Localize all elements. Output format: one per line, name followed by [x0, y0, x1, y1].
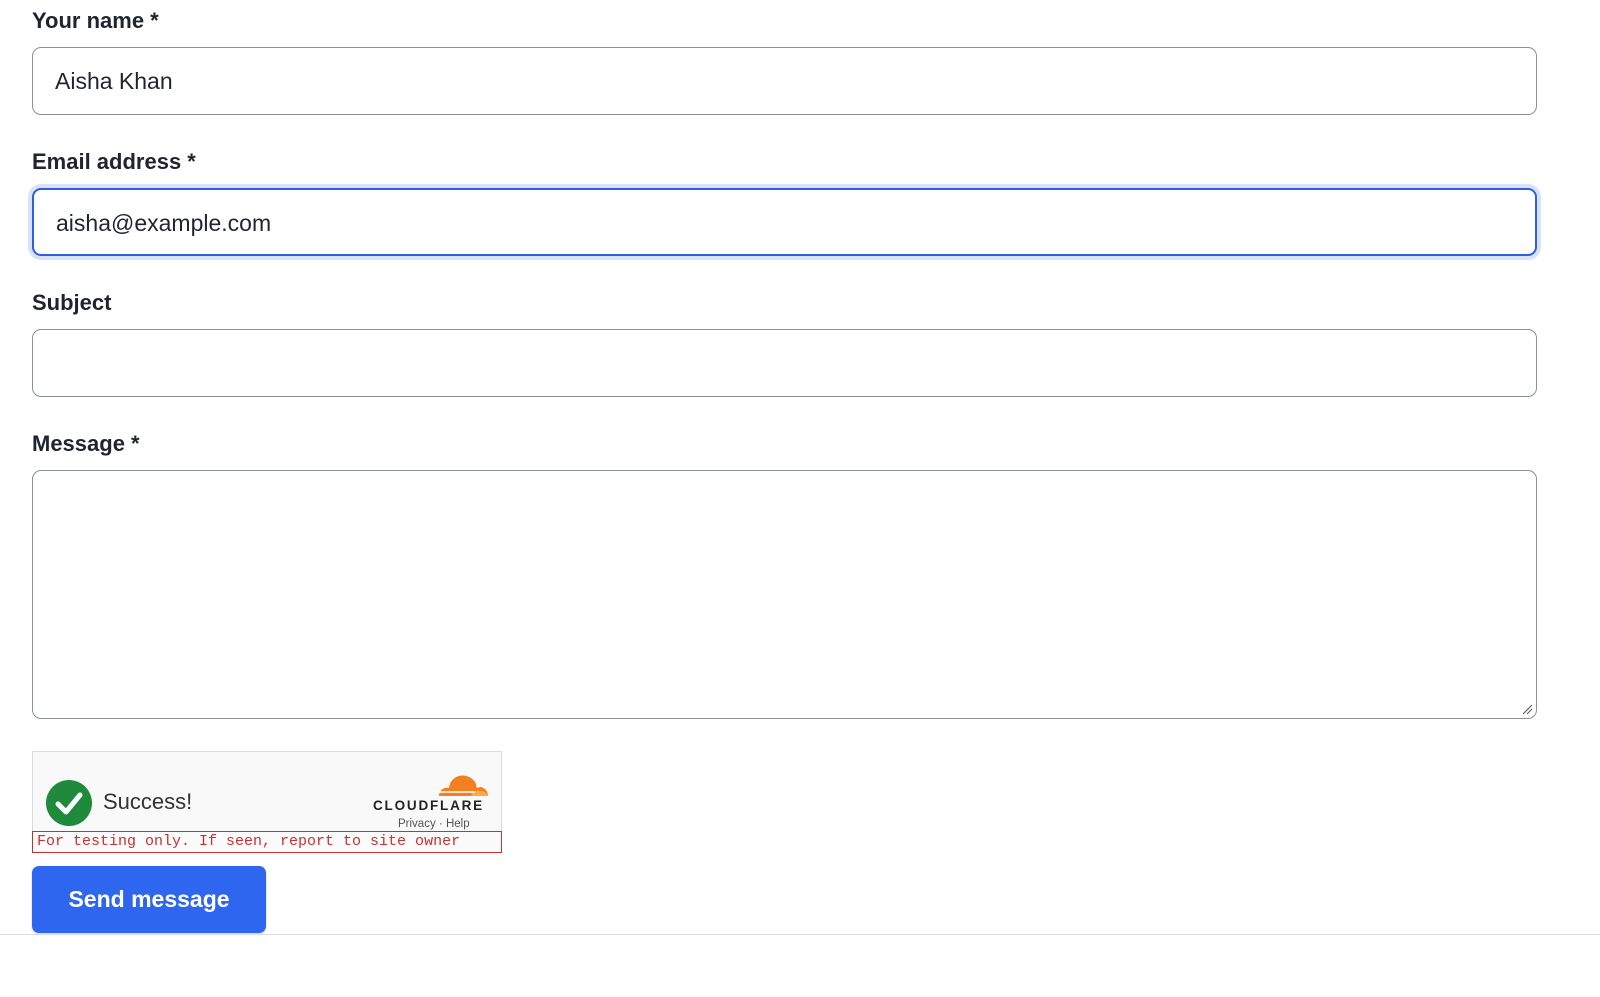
subject-input[interactable] — [32, 329, 1537, 397]
name-label: Your name * — [32, 8, 159, 33]
captcha-links: Privacy · Help — [398, 818, 470, 830]
page-divider — [0, 934, 1600, 935]
email-label: Email address * — [32, 149, 196, 174]
message-label: Message * — [32, 431, 140, 456]
message-textarea[interactable] — [32, 470, 1537, 719]
success-check-icon — [46, 780, 92, 826]
captcha-status-text: Success! — [103, 789, 193, 814]
link-separator: · — [438, 818, 443, 830]
resize-handle-icon[interactable] — [1521, 703, 1533, 715]
subject-label: Subject — [32, 290, 112, 315]
cloudflare-wordmark: CLOUDFLARE — [373, 798, 484, 813]
testing-notice: For testing only. If seen, report to sit… — [32, 831, 502, 853]
cloudflare-turnstile-widget: Success! CLOUDFLARE Privacy · Help For t… — [32, 751, 502, 853]
privacy-link[interactable]: Privacy — [398, 818, 436, 830]
send-message-button[interactable]: Send message — [32, 866, 266, 933]
cloudflare-cloud-icon — [435, 775, 488, 796]
name-input[interactable]: Aisha Khan — [32, 47, 1537, 115]
email-input[interactable]: aisha@example.com — [32, 188, 1537, 256]
help-link[interactable]: Help — [446, 818, 470, 830]
